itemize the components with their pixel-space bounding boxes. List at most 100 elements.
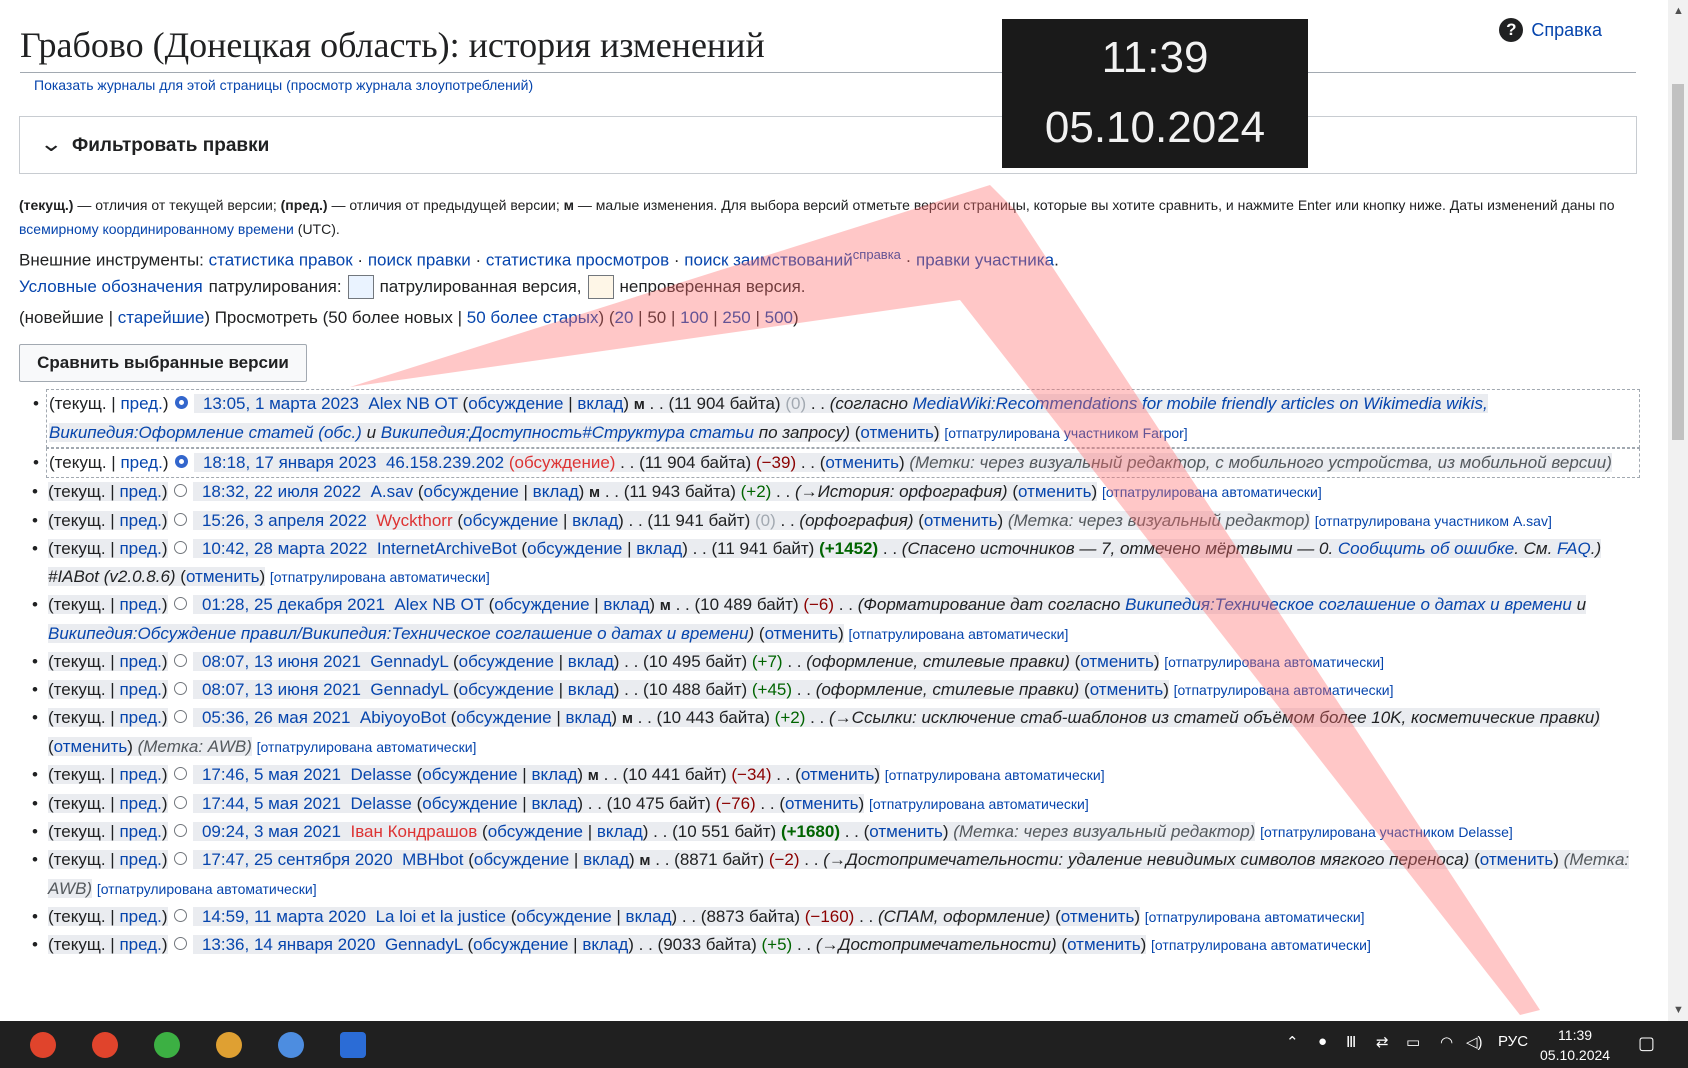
talk-link[interactable]: обсуждение (516, 907, 611, 926)
revision-date-link[interactable]: 17:47, 25 сентября 2020 (202, 850, 393, 869)
talk-link[interactable]: обсуждение (459, 680, 554, 699)
revision-radio[interactable] (173, 484, 187, 498)
revision-date-link[interactable]: 09:24, 3 мая 2021 (202, 822, 341, 841)
revision-radio[interactable] (173, 513, 187, 527)
undo-link[interactable]: отменить (1061, 907, 1135, 926)
limit-link[interactable]: 250 (722, 308, 750, 327)
user-link[interactable]: La loi et la justice (376, 907, 506, 926)
scroll-down-icon[interactable]: ▼ (1673, 1004, 1684, 1016)
undo-link[interactable]: отменить (765, 624, 839, 643)
user-link[interactable]: Wyckthorr (376, 511, 452, 530)
cur-diff-link[interactable]: текущ. (54, 850, 106, 869)
user-link[interactable]: A.sav (371, 482, 414, 501)
user-link[interactable]: GennadyL (385, 935, 463, 954)
talk-link[interactable]: обсуждение (456, 708, 551, 727)
user-link[interactable]: GennadyL (370, 680, 448, 699)
abuse-log-link[interactable]: (просмотр журнала злоупотреблений) (286, 77, 533, 93)
user-link[interactable]: Alex NB OT (368, 394, 457, 413)
cur-diff-link[interactable]: текущ. (54, 907, 106, 926)
contrib-link[interactable]: вклад (531, 794, 577, 813)
undo-link[interactable]: отменить (924, 511, 998, 530)
prev-diff-link[interactable]: пред. (119, 850, 161, 869)
user-link[interactable]: AbiyoyoBot (360, 708, 446, 727)
cur-diff-link[interactable]: текущ. (55, 394, 107, 413)
undo-link[interactable]: отменить (785, 794, 859, 813)
talk-link[interactable]: обсуждение (463, 511, 558, 530)
prev-diff-link[interactable]: пред. (119, 652, 161, 671)
talk-link[interactable]: обсуждение (422, 765, 517, 784)
user-link[interactable]: Delasse (350, 765, 411, 784)
tool-link[interactable]: правки участника (916, 251, 1054, 270)
prev-diff-link[interactable]: пред. (119, 482, 161, 501)
prev-diff-link[interactable]: пред. (119, 708, 161, 727)
cur-diff-link[interactable]: текущ. (54, 511, 106, 530)
cur-diff-link[interactable]: текущ. (54, 652, 106, 671)
cur-diff-link[interactable]: текущ. (54, 595, 106, 614)
contrib-link[interactable]: вклад (582, 935, 628, 954)
chrome-icon[interactable] (216, 1032, 242, 1058)
revision-radio[interactable] (174, 455, 188, 469)
cur-diff-link[interactable]: текущ. (54, 935, 106, 954)
app-icon[interactable] (340, 1032, 366, 1058)
revision-radio[interactable] (173, 909, 187, 923)
undo-link[interactable]: отменить (801, 765, 875, 784)
revision-radio[interactable] (173, 937, 187, 951)
talk-link[interactable]: обсуждение (424, 482, 519, 501)
undo-link[interactable]: отменить (1080, 652, 1154, 671)
revision-date-link[interactable]: 17:44, 5 мая 2021 (202, 794, 341, 813)
undo-link[interactable]: отменить (1018, 482, 1092, 501)
contrib-link[interactable]: вклад (568, 652, 614, 671)
revision-date-link[interactable]: 13:36, 14 января 2020 (202, 935, 376, 954)
revision-radio[interactable] (173, 654, 187, 668)
prev-diff-link[interactable]: пред. (119, 907, 161, 926)
prev-diff-link[interactable]: пред. (119, 511, 161, 530)
chevron-up-icon[interactable]: ⌃ (1286, 1033, 1299, 1051)
contrib-link[interactable]: вклад (531, 765, 577, 784)
tool-link[interactable]: статистика просмотров (486, 251, 669, 270)
tray-icon[interactable]: Ⅲ (1346, 1033, 1356, 1051)
notification-icon[interactable]: ▢ (1638, 1033, 1655, 1054)
revision-date-link[interactable]: 10:42, 28 марта 2022 (202, 539, 367, 558)
contrib-link[interactable]: вклад (597, 822, 643, 841)
contrib-link[interactable]: вклад (626, 907, 672, 926)
revision-radio[interactable] (173, 682, 187, 696)
tool-link[interactable]: поиск заимствований (684, 251, 853, 270)
limit-link[interactable]: 100 (680, 308, 708, 327)
contrib-link[interactable]: вклад (603, 595, 649, 614)
revision-radio[interactable] (174, 396, 188, 410)
wifi-icon[interactable]: ◠ (1440, 1033, 1453, 1051)
cur-diff-link[interactable]: текущ. (54, 822, 106, 841)
prev-diff-link[interactable]: пред. (120, 394, 162, 413)
user-link[interactable]: 46.158.239.202 (386, 453, 504, 472)
taskbar-clock[interactable]: 11:39 05.10.2024 (1540, 1025, 1610, 1065)
revision-date-link[interactable]: 18:18, 17 января 2023 (203, 453, 377, 472)
tool-link[interactable]: статистика правок (209, 251, 353, 270)
prev-diff-link[interactable]: пред. (119, 765, 161, 784)
user-link[interactable]: Alex NB OT (394, 595, 483, 614)
patrol-link[interactable]: Условные обозначения (19, 277, 203, 297)
limit-link[interactable]: 20 (615, 308, 634, 327)
revision-date-link[interactable]: 14:59, 11 марта 2020 (202, 907, 366, 926)
revision-radio[interactable] (173, 710, 187, 724)
cur-diff-link[interactable]: текущ. (54, 482, 106, 501)
show-logs-link[interactable]: Показать журналы для этой страницы (34, 77, 282, 93)
contrib-link[interactable]: вклад (636, 539, 682, 558)
tool-help-link[interactable]: справка (853, 247, 901, 262)
app-icon[interactable] (154, 1032, 180, 1058)
help-link[interactable]: ? Справка (1499, 18, 1602, 42)
talk-link[interactable]: обсуждение (468, 394, 563, 413)
prev-diff-link[interactable]: пред. (119, 794, 161, 813)
undo-link[interactable]: отменить (1067, 935, 1141, 954)
talk-link[interactable]: обсуждение (422, 794, 517, 813)
tool-link[interactable]: поиск правки (368, 251, 471, 270)
cur-diff-link[interactable]: текущ. (55, 453, 107, 472)
user-link[interactable]: InternetArchiveBot (377, 539, 517, 558)
contrib-link[interactable]: вклад (583, 850, 629, 869)
revision-radio[interactable] (173, 796, 187, 810)
app-icon[interactable] (278, 1032, 304, 1058)
cur-diff-link[interactable]: текущ. (54, 539, 106, 558)
tray-icon[interactable]: ● (1318, 1033, 1327, 1050)
talk-link[interactable]: обсуждение (474, 850, 569, 869)
revision-date-link[interactable]: 15:26, 3 апреля 2022 (202, 511, 367, 530)
cur-diff-link[interactable]: текущ. (54, 680, 106, 699)
